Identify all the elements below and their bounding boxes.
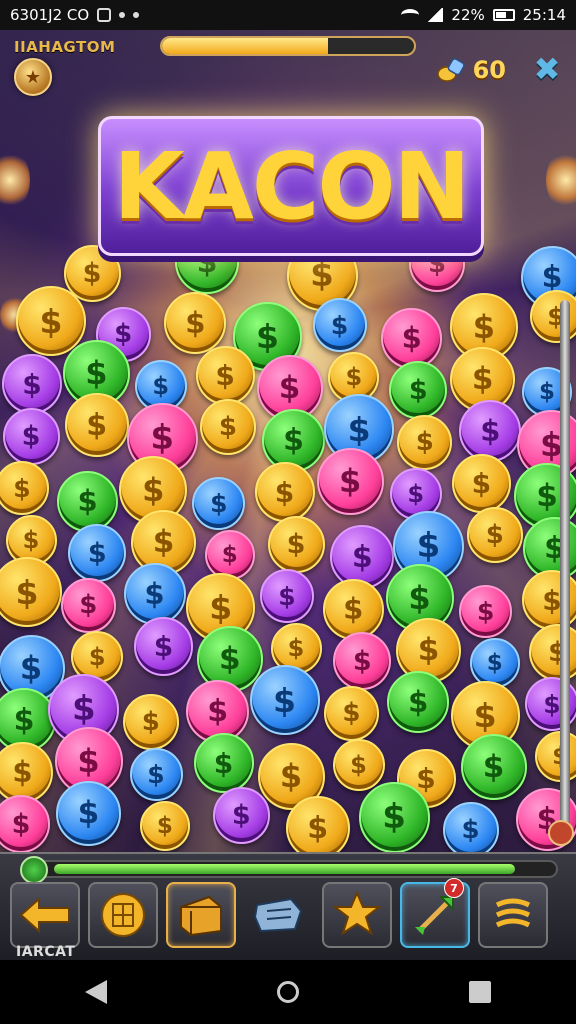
tool-badge: 7 (444, 878, 464, 898)
bottom-label: IARCAT (16, 944, 76, 960)
gallery-icon (97, 8, 112, 22)
top-hud: IIAHAGTOM ★ 60 ✖ (0, 30, 576, 96)
treasure-chest-icon (180, 895, 222, 937)
nav-home-icon[interactable] (277, 981, 299, 1003)
signal-icon (427, 8, 444, 22)
android-nav-bar (0, 960, 576, 1024)
coin-stack-icon (437, 58, 465, 82)
notification-dot-icon (119, 12, 126, 18)
gold-chest-tool[interactable] (166, 882, 236, 948)
clock: 25:14 (522, 6, 566, 24)
coin-stack-tool[interactable] (88, 882, 158, 948)
game-screen: 6301J2 CO 22% 25:14 IIAHAGTOM ★ 60 ✖ KAC… (0, 0, 576, 1024)
battery-icon (492, 9, 515, 21)
menu-icon (495, 898, 531, 928)
battery-percent: 22% (451, 6, 485, 24)
back-arrow-button[interactable] (10, 882, 80, 948)
game-name: IIAHAGTOM (14, 38, 116, 56)
menu-button[interactable] (478, 882, 548, 948)
rail-knob-icon[interactable] (548, 820, 574, 846)
status-bar: 6301J2 CO 22% 25:14 (0, 0, 576, 30)
game-title-banner: KACON (98, 116, 484, 256)
gold-star-icon (332, 890, 382, 936)
notification-dot-icon (133, 12, 140, 18)
profile-badge-icon[interactable]: ★ (14, 58, 52, 96)
level-progress-fill (162, 38, 329, 54)
blue-ticket-icon (253, 897, 303, 933)
energy-fill (54, 864, 516, 874)
nav-recent-icon[interactable] (469, 981, 491, 1003)
gold-coin-icon (101, 893, 145, 937)
level-progress-bar (160, 36, 416, 56)
gold-star-tool[interactable] (322, 882, 392, 948)
energy-icon (20, 856, 48, 884)
game-title: KACON (113, 132, 470, 240)
nav-back-icon[interactable] (85, 980, 107, 1004)
bottom-toolbar: 7 IARCAT (0, 852, 576, 962)
energy-bar (20, 856, 558, 884)
green-arrow-icon (415, 896, 454, 935)
stage-spotlight (0, 295, 30, 335)
close-icon[interactable]: ✖ (532, 53, 562, 85)
status-left-text: 6301J2 CO (10, 6, 90, 24)
wifi-icon (401, 9, 420, 21)
coin-count: 60 (472, 56, 506, 84)
back-arrow-icon (19, 896, 70, 934)
green-arrow-tool[interactable]: 7 (400, 878, 470, 948)
side-rail (560, 300, 570, 840)
blue-token-tool[interactable] (244, 882, 314, 948)
